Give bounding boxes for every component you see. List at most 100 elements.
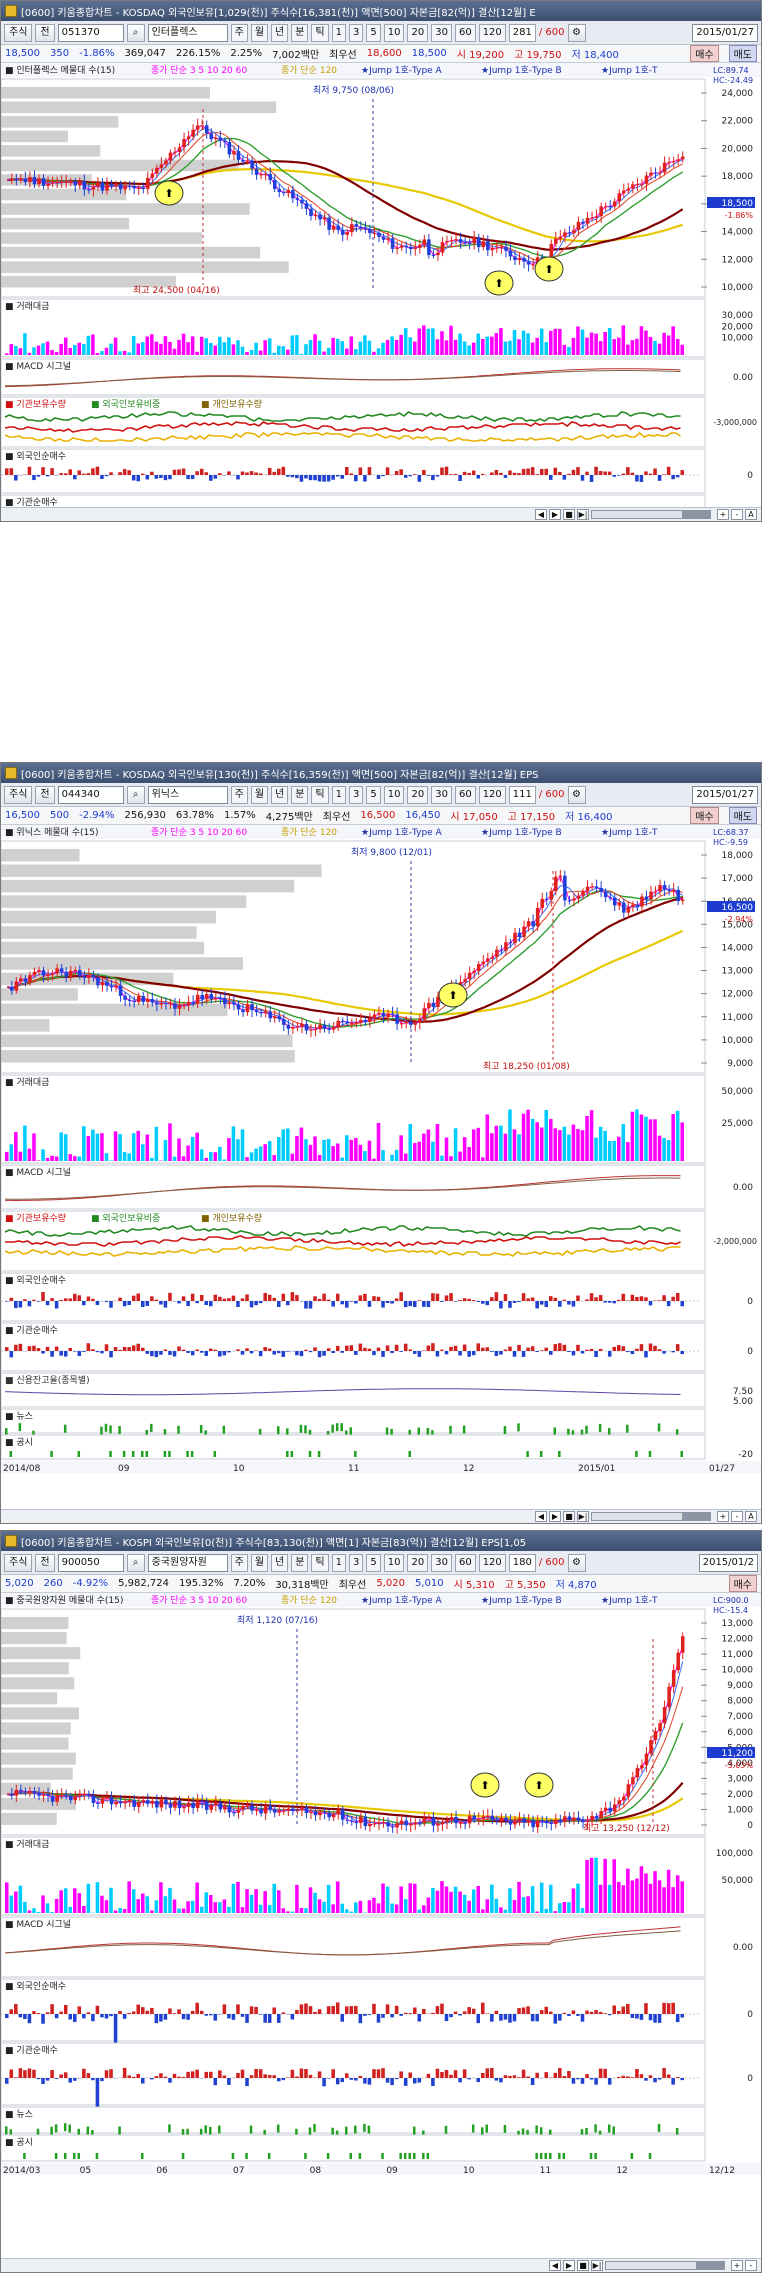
stock-name-field[interactable]: 인터플렉스 bbox=[147, 23, 228, 42]
scroll-thumb[interactable] bbox=[696, 2262, 724, 2269]
scroll-right-button[interactable]: ▶ bbox=[563, 2260, 575, 2271]
sell-button[interactable]: 매도 bbox=[728, 45, 757, 62]
period-week[interactable]: 주 bbox=[230, 785, 248, 804]
chart-scrollbar[interactable]: ◀ ▶ ■ ▶| + - A bbox=[1, 1509, 761, 1523]
interval-3[interactable]: 3 bbox=[349, 785, 364, 804]
interval-20[interactable]: 20 bbox=[407, 1553, 429, 1572]
stock-type-select[interactable]: 주식 bbox=[4, 1553, 33, 1572]
scroll-stop-button[interactable]: ■ bbox=[563, 1511, 575, 1522]
interval-3[interactable]: 3 bbox=[349, 23, 364, 42]
scroll-left-button[interactable]: ◀ bbox=[535, 509, 547, 520]
period-minute[interactable]: 분 bbox=[291, 785, 309, 804]
scroll-track[interactable] bbox=[591, 1512, 711, 1521]
interval-1[interactable]: 1 bbox=[331, 785, 346, 804]
interval-120[interactable]: 120 bbox=[478, 1553, 506, 1572]
market-select[interactable]: 전 bbox=[35, 785, 55, 804]
stock-type-select[interactable]: 주식 bbox=[4, 23, 33, 42]
period-week[interactable]: 주 bbox=[230, 1553, 248, 1572]
interval-20[interactable]: 20 bbox=[407, 23, 429, 42]
interval-5[interactable]: 5 bbox=[366, 1553, 381, 1572]
settings-icon[interactable]: ⚙ bbox=[567, 1553, 586, 1572]
scroll-end-button[interactable]: ▶| bbox=[591, 2260, 603, 2271]
stock-name-field[interactable]: 위닉스 bbox=[147, 785, 228, 804]
period-year[interactable]: 년 bbox=[271, 785, 289, 804]
interval-10[interactable]: 10 bbox=[383, 785, 405, 804]
interval-60[interactable]: 60 bbox=[454, 23, 476, 42]
stock-chart-svg[interactable]: ■ 중국원양자원 메물대 수(15) 종가 단순 3 5 10 20 60 종가 단… bbox=[1, 1593, 761, 2258]
interval-120[interactable]: 120 bbox=[478, 785, 506, 804]
stock-name-field[interactable]: 중국원양자원 bbox=[147, 1553, 228, 1572]
interval-120[interactable]: 120 bbox=[478, 23, 506, 42]
interval-5[interactable]: 5 bbox=[366, 785, 381, 804]
period-month[interactable]: 월 bbox=[250, 785, 269, 804]
period-week[interactable]: 주 bbox=[230, 23, 248, 42]
stock-code-input[interactable]: 044340 bbox=[57, 785, 124, 804]
chart-area[interactable]: ■ 인터플렉스 메물대 수(15) 종가 단순 3 5 10 20 60 종가 단순… bbox=[1, 63, 761, 507]
scroll-right-button[interactable]: ▶ bbox=[549, 509, 561, 520]
period-minute[interactable]: 분 bbox=[291, 1553, 309, 1572]
buy-button[interactable]: 매수 bbox=[690, 45, 719, 62]
chart-area[interactable]: ■ 중국원양자원 메물대 수(15) 종가 단순 3 5 10 20 60 종가 단… bbox=[1, 1593, 761, 2258]
scroll-track[interactable] bbox=[591, 510, 711, 519]
date-field[interactable]: 2015/01/2 bbox=[698, 1553, 758, 1572]
scroll-end-button[interactable]: ▶| bbox=[577, 509, 589, 520]
interval-1[interactable]: 1 bbox=[331, 23, 346, 42]
zoom-out-button[interactable]: - bbox=[731, 1511, 743, 1522]
sell-button[interactable]: 매도 bbox=[728, 807, 757, 824]
search-icon[interactable]: ⌕ bbox=[126, 785, 145, 804]
bar-count-input[interactable]: 281 bbox=[508, 23, 536, 42]
settings-icon[interactable]: ⚙ bbox=[567, 785, 586, 804]
stock-chart-svg[interactable]: ■ 인터플렉스 메물대 수(15) 종가 단순 3 5 10 20 60 종가 단순… bbox=[1, 63, 761, 507]
period-month[interactable]: 월 bbox=[250, 1553, 269, 1572]
scroll-thumb[interactable] bbox=[682, 511, 710, 518]
window-titlebar[interactable]: [0600] 키움종합차트 - KOSDAQ 외국인보유[130(천)] 주식수… bbox=[1, 763, 761, 783]
stock-code-input[interactable]: 051370 bbox=[57, 23, 124, 42]
interval-3[interactable]: 3 bbox=[349, 1553, 364, 1572]
period-year[interactable]: 년 bbox=[271, 23, 289, 42]
date-field[interactable]: 2015/01/27 bbox=[692, 23, 758, 42]
interval-60[interactable]: 60 bbox=[454, 785, 476, 804]
period-minute[interactable]: 분 bbox=[291, 23, 309, 42]
scroll-stop-button[interactable]: ■ bbox=[577, 2260, 589, 2271]
chart-scrollbar[interactable]: ◀ ▶ ■ ▶| + - A bbox=[1, 507, 761, 521]
date-field[interactable]: 2015/01/27 bbox=[692, 785, 758, 804]
period-year[interactable]: 년 bbox=[271, 1553, 289, 1572]
scroll-thumb[interactable] bbox=[682, 1513, 710, 1520]
stock-code-input[interactable]: 900050 bbox=[57, 1553, 124, 1572]
auto-scale-button[interactable]: A bbox=[745, 509, 757, 520]
window-titlebar[interactable]: [0600] 키움종합차트 - KOSPI 외국인보유[0(천)] 주식수[83… bbox=[1, 1531, 761, 1551]
interval-30[interactable]: 30 bbox=[431, 23, 452, 42]
zoom-out-button[interactable]: - bbox=[731, 509, 743, 520]
period-tick[interactable]: 틱 bbox=[311, 785, 329, 804]
scroll-end-button[interactable]: ▶| bbox=[577, 1511, 589, 1522]
zoom-in-button[interactable]: + bbox=[717, 1511, 729, 1522]
chart-scrollbar[interactable]: ◀ ▶ ■ ▶| + - bbox=[1, 2258, 761, 2272]
interval-30[interactable]: 30 bbox=[431, 1553, 452, 1572]
window-titlebar[interactable]: [0600] 키움종합차트 - KOSDAQ 외국인보유[1,029(천)] 주… bbox=[1, 1, 761, 21]
search-icon[interactable]: ⌕ bbox=[126, 23, 145, 42]
interval-1[interactable]: 1 bbox=[331, 1553, 346, 1572]
scroll-right-button[interactable]: ▶ bbox=[549, 1511, 561, 1522]
zoom-in-button[interactable]: + bbox=[717, 509, 729, 520]
stock-type-select[interactable]: 주식 bbox=[4, 785, 33, 804]
auto-scale-button[interactable]: A bbox=[745, 1511, 757, 1522]
bar-count-input[interactable]: 111 bbox=[508, 785, 536, 804]
stock-chart-svg[interactable]: ■ 위닉스 메물대 수(15) 종가 단순 3 5 10 20 60 종가 단순 1… bbox=[1, 825, 761, 1509]
interval-30[interactable]: 30 bbox=[431, 785, 452, 804]
scroll-track[interactable] bbox=[605, 2261, 725, 2270]
buy-button[interactable]: 매수 bbox=[728, 1575, 757, 1592]
interval-10[interactable]: 10 bbox=[383, 23, 405, 42]
market-select[interactable]: 전 bbox=[35, 23, 55, 42]
scroll-stop-button[interactable]: ■ bbox=[563, 509, 575, 520]
period-tick[interactable]: 틱 bbox=[311, 1553, 329, 1572]
zoom-in-button[interactable]: + bbox=[731, 2260, 743, 2271]
bar-count-input[interactable]: 180 bbox=[508, 1553, 536, 1572]
interval-5[interactable]: 5 bbox=[366, 23, 381, 42]
interval-20[interactable]: 20 bbox=[407, 785, 429, 804]
scroll-left-button[interactable]: ◀ bbox=[549, 2260, 561, 2271]
chart-area[interactable]: ■ 위닉스 메물대 수(15) 종가 단순 3 5 10 20 60 종가 단순 1… bbox=[1, 825, 761, 1509]
interval-60[interactable]: 60 bbox=[454, 1553, 476, 1572]
buy-button[interactable]: 매수 bbox=[690, 807, 719, 824]
market-select[interactable]: 전 bbox=[35, 1553, 55, 1572]
zoom-out-button[interactable]: - bbox=[745, 2260, 757, 2271]
